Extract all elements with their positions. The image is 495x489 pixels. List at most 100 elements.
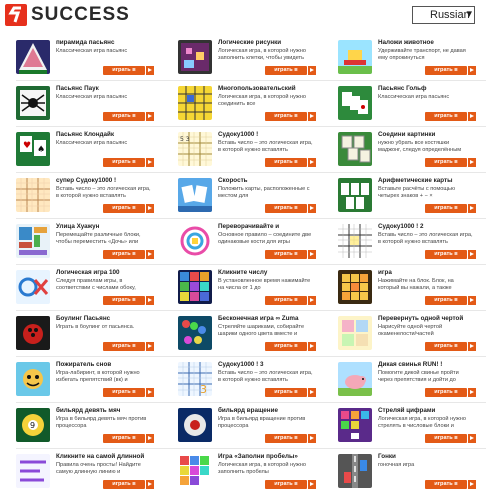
game-thumbnail[interactable] <box>178 40 212 74</box>
game-thumbnail[interactable]: 3 <box>178 362 212 396</box>
game-title[interactable]: Пасьянс Клондайк <box>56 131 151 138</box>
game-thumbnail[interactable] <box>338 408 372 442</box>
play-button[interactable]: играть в <box>265 480 316 489</box>
game-title[interactable]: бильярд девять мяч <box>56 407 151 414</box>
game-thumbnail[interactable] <box>16 178 50 212</box>
play-button[interactable]: играть в <box>425 296 476 305</box>
game-thumbnail[interactable] <box>16 270 50 304</box>
game-title[interactable]: Боулинг Пасьянс <box>56 315 151 322</box>
game-title[interactable]: супер Судоку1000 ! <box>56 177 151 184</box>
game-title[interactable]: Бесконечная игра ∞ Zuma <box>218 315 313 322</box>
game-card[interactable]: Логические рисунки Логическая игра, в кот… <box>178 39 316 75</box>
game-card[interactable]: Переворачивайте и Основное правило – соед… <box>178 223 316 259</box>
play-button[interactable]: играть в <box>103 112 154 121</box>
game-thumbnail[interactable] <box>16 86 50 120</box>
game-title[interactable]: Кликните на самой длинной <box>56 453 151 460</box>
play-button[interactable]: играть в <box>265 296 316 305</box>
game-card[interactable]: ♥ ♠ Пасьянс Клондайк Классическая игра пась… <box>16 131 154 167</box>
play-button[interactable]: играть в <box>103 342 154 351</box>
game-title[interactable]: Улица Хуажун <box>56 223 151 230</box>
game-card[interactable]: Улица Хуажун Перемещайте различные блоки,… <box>16 223 154 259</box>
game-card[interactable]: Игра «Заполни пробелы» Логическая игра, в… <box>178 453 316 489</box>
play-button[interactable]: играть в <box>265 388 316 397</box>
logo[interactable]: SUCCESS <box>5 4 130 26</box>
play-button[interactable]: играть в <box>265 342 316 351</box>
play-button[interactable]: играть в <box>425 250 476 259</box>
game-thumbnail[interactable] <box>178 316 212 350</box>
game-card[interactable]: Боулинг Пасьянс Играть в боулинг от пасья… <box>16 315 154 351</box>
game-title[interactable]: Логические рисунки <box>218 39 313 46</box>
play-button[interactable]: играть в <box>103 66 154 75</box>
game-thumbnail[interactable] <box>338 86 372 120</box>
game-title[interactable]: Наложи животное <box>378 39 473 46</box>
play-button[interactable]: играть в <box>425 480 476 489</box>
game-card[interactable]: Пожиратель снов Игра-лабиринт, в которой … <box>16 361 154 397</box>
play-button[interactable]: играть в <box>103 204 154 213</box>
play-button[interactable]: играть в <box>265 250 316 259</box>
game-thumbnail[interactable] <box>338 270 372 304</box>
play-button[interactable]: играть в <box>265 66 316 75</box>
game-thumbnail[interactable] <box>16 454 50 488</box>
game-card[interactable]: Стреляй цифрами Логическая игра, в которо… <box>338 407 476 443</box>
play-button[interactable]: играть в <box>265 434 316 443</box>
game-card[interactable]: бильярд вращение Игра в бильярд вращение … <box>178 407 316 443</box>
game-thumbnail[interactable] <box>338 316 372 350</box>
game-title[interactable]: Кликните числу <box>218 269 313 276</box>
play-button[interactable]: играть в <box>425 66 476 75</box>
game-title[interactable]: Судоку1000 ! 3 <box>218 361 313 368</box>
play-button[interactable]: играть в <box>265 112 316 121</box>
game-title[interactable]: Стреляй цифрами <box>378 407 473 414</box>
play-button[interactable]: играть в <box>265 158 316 167</box>
play-button[interactable]: играть в <box>425 342 476 351</box>
game-card[interactable]: Многопользовательский Логическая игра, в … <box>178 85 316 121</box>
game-card[interactable]: Скорость Положить карты, расположенные с … <box>178 177 316 213</box>
game-title[interactable]: Перевернуть одной чертой <box>378 315 473 322</box>
game-thumbnail[interactable] <box>16 362 50 396</box>
game-title[interactable]: Судоку1000 ! <box>218 131 313 138</box>
game-card[interactable]: Пасьянс Паук Классическая игра пасьянс игр… <box>16 85 154 121</box>
game-card[interactable]: Пасьянс Гольф Классическая игра пасьянс иг… <box>338 85 476 121</box>
game-title[interactable]: Арифметические карты <box>378 177 473 184</box>
game-title[interactable]: Соедини картинки <box>378 131 473 138</box>
game-thumbnail[interactable] <box>338 224 372 258</box>
game-title[interactable]: бильярд вращение <box>218 407 313 414</box>
game-title[interactable]: Пасьянс Гольф <box>378 85 473 92</box>
game-thumbnail[interactable] <box>338 40 372 74</box>
play-button[interactable]: играть в <box>425 112 476 121</box>
play-button[interactable]: играть в <box>103 158 154 167</box>
game-thumbnail[interactable] <box>178 408 212 442</box>
play-button[interactable]: играть в <box>425 388 476 397</box>
game-title[interactable]: Переворачивайте и <box>218 223 313 230</box>
game-thumbnail[interactable]: 9 <box>16 408 50 442</box>
game-card[interactable]: Судоку1000 ! 2 Вставь число – это логичес… <box>338 223 476 259</box>
game-thumbnail[interactable] <box>16 40 50 74</box>
game-thumbnail[interactable] <box>178 224 212 258</box>
game-card[interactable]: Дикая свинья RUN! ! Помогите дикой свинье… <box>338 361 476 397</box>
game-card[interactable]: Наложи животное Удерживайте транспорт, не… <box>338 39 476 75</box>
game-thumbnail[interactable] <box>338 454 372 488</box>
play-button[interactable]: играть в <box>425 158 476 167</box>
game-title[interactable]: Многопользовательский <box>218 85 313 92</box>
game-thumbnail[interactable] <box>16 224 50 258</box>
game-thumbnail[interactable] <box>178 86 212 120</box>
game-title[interactable]: Гонки <box>378 453 473 460</box>
game-card[interactable]: 5 3 Судоку1000 ! Вставь число – это логиче… <box>178 131 316 167</box>
game-title[interactable]: Скорость <box>218 177 313 184</box>
game-card[interactable]: Бесконечная игра ∞ Zuma Стреляйте шарикам… <box>178 315 316 351</box>
game-thumbnail[interactable]: ♥ ♠ <box>16 132 50 166</box>
game-card[interactable]: игра Нажимайте на блок. Блок, на который … <box>338 269 476 305</box>
game-title[interactable]: Логическая игра 100 <box>56 269 151 276</box>
game-card[interactable]: Логическая игра 100 Следуя правилам игры,… <box>16 269 154 305</box>
game-card[interactable]: Гонки гоночная игра играть в <box>338 453 476 489</box>
game-thumbnail[interactable] <box>178 178 212 212</box>
play-button[interactable]: играть в <box>103 480 154 489</box>
game-title[interactable]: Дикая свинья RUN! ! <box>378 361 473 368</box>
game-card[interactable]: 3 Судоку1000 ! 3 Вставь число – это логиче… <box>178 361 316 397</box>
game-thumbnail[interactable] <box>16 316 50 350</box>
game-card[interactable]: Соедини картинки нужно убрать все костяшк… <box>338 131 476 167</box>
game-thumbnail[interactable]: 5 3 <box>178 132 212 166</box>
game-card[interactable]: Перевернуть одной чертой Нарисуйте одной … <box>338 315 476 351</box>
game-title[interactable]: Судоку1000 ! 2 <box>378 223 473 230</box>
play-button[interactable]: играть в <box>103 434 154 443</box>
play-button[interactable]: играть в <box>103 296 154 305</box>
